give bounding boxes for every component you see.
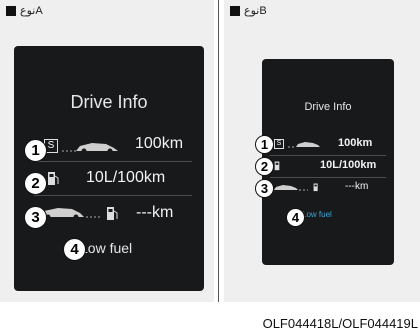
black-square-icon [230,5,240,16]
screen-a-title: Drive Info [70,92,148,112]
fuel-pump-icon [107,207,118,220]
row2-a-separator [34,195,192,196]
row2-a-value: 10L/100km [86,169,166,186]
car-icon [288,142,320,148]
row1-b-value: 100km [338,137,373,149]
marker-2-b: 2 [255,157,274,176]
fuel-pump-icon [274,161,280,171]
black-square-icon [6,5,16,16]
figure-caption: OLF044418L/OLF044419L [262,316,418,331]
row2-b-value: 10L/100km [320,159,377,171]
drive-info-screen-b: Drive Info S 100km 10L/100km ---km Low f… [262,59,394,265]
low-fuel-b: Low fuel [302,210,332,219]
car-icon [62,143,118,154]
car-icon [274,185,308,191]
type-b-text: نوعB [244,5,267,17]
row1-b-separator [270,155,386,156]
type-a-label: نوعA [6,4,43,17]
small-s-icon: S [274,139,284,149]
marker-1-a: 1 [24,139,47,162]
panel-divider [218,0,219,302]
row3-b-value: ---km [345,181,369,192]
screen-b-title: Drive Info [304,101,352,113]
fuel-pump-icon [313,183,318,192]
type-b-label: نوعB [230,4,267,17]
row3-a-value: ---km [136,204,174,221]
marker-3-b: 3 [255,179,274,198]
row1-a-separator [34,161,192,162]
drive-info-screen-a: Drive Info S 100km 10L/100km ---km Low f… [14,46,204,291]
marker-1-b: 1 [255,135,274,154]
row2-b-separator [270,177,386,178]
low-fuel-a: Low fuel [80,240,133,256]
marker-2-a: 2 [24,172,47,195]
marker-4-b: 4 [286,208,305,227]
type-a-text: نوعA [20,5,43,17]
marker-4-a: 4 [63,238,86,261]
row1-a-value: 100km [135,135,184,152]
fuel-pump-icon [48,172,59,185]
marker-3-a: 3 [24,206,47,229]
